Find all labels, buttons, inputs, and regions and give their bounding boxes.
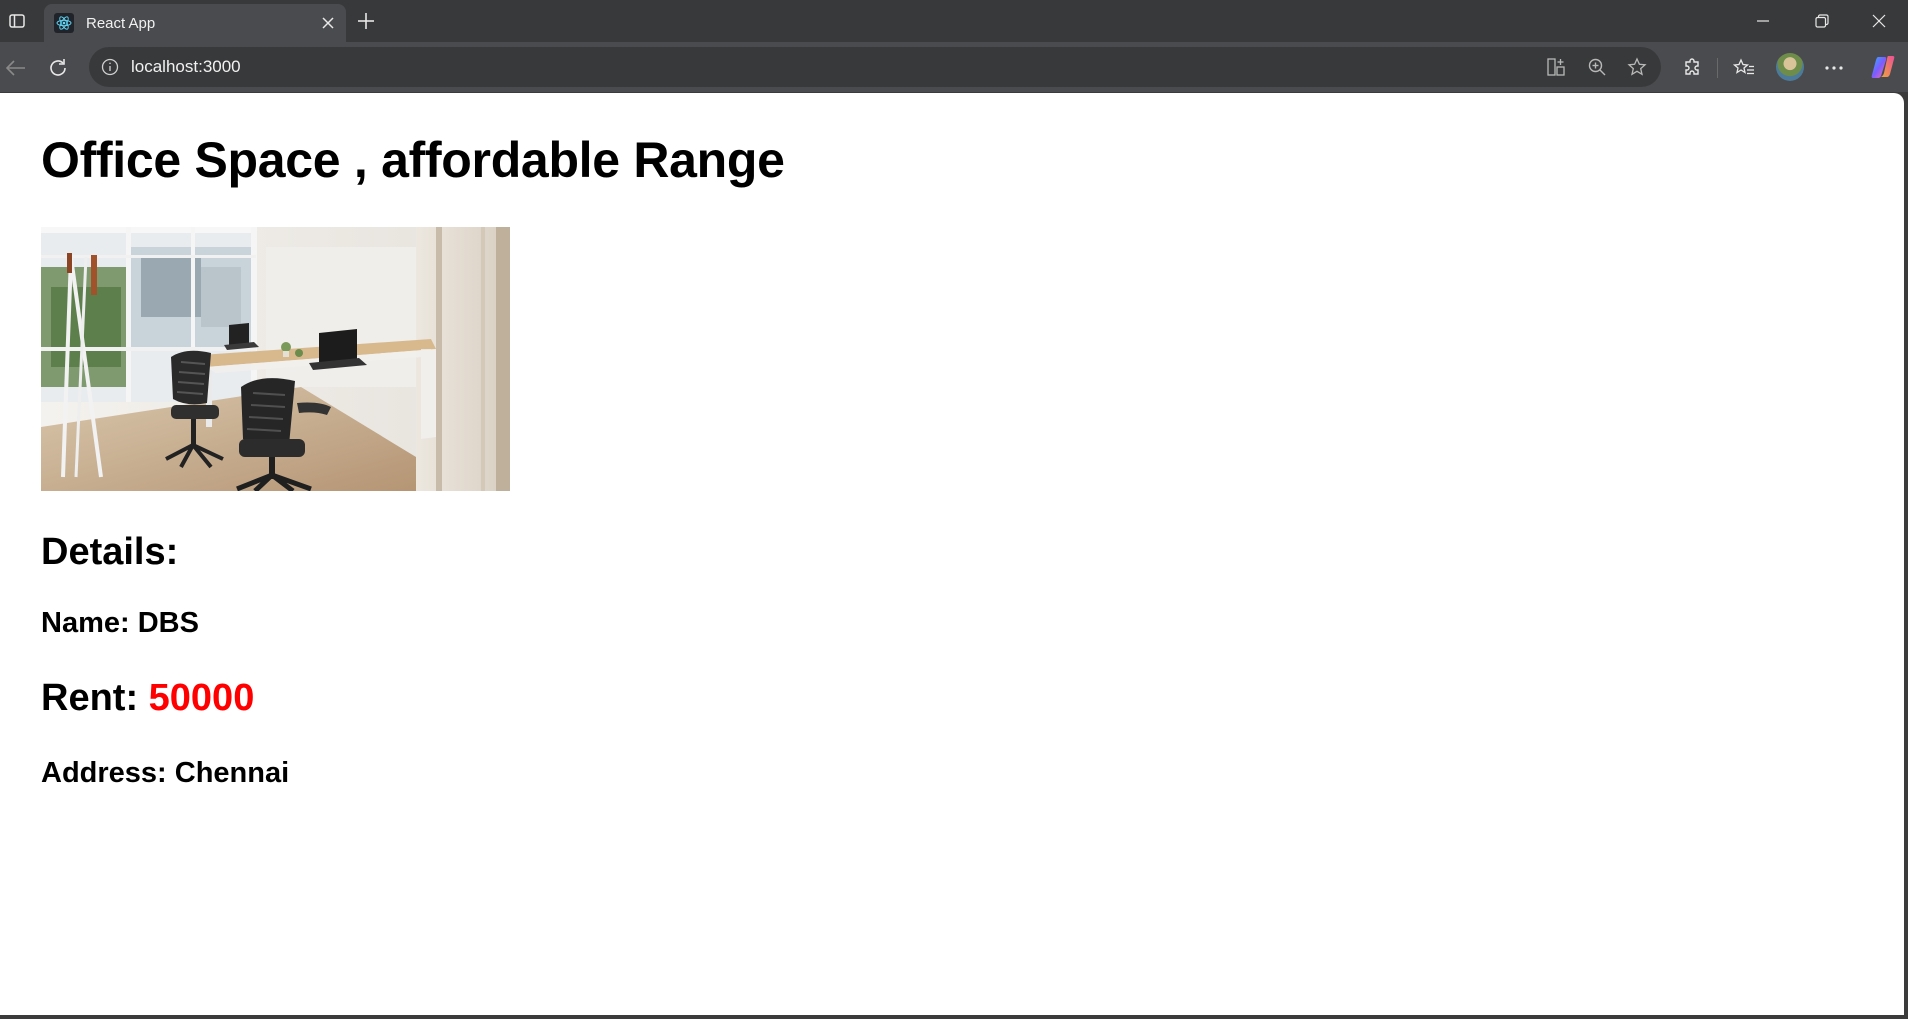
address-label: Address:: [41, 757, 175, 789]
more-options-icon[interactable]: [1818, 52, 1850, 84]
url-input[interactable]: [131, 47, 1231, 87]
address-line: Address: Chennai: [41, 757, 289, 790]
rent-value: 50000: [148, 677, 255, 719]
zoom-icon[interactable]: [1585, 55, 1609, 79]
extensions-icon[interactable]: [1677, 52, 1709, 84]
details-heading: Details:: [41, 531, 179, 573]
site-info-icon[interactable]: [101, 58, 119, 76]
close-window-icon[interactable]: [1850, 0, 1908, 42]
favorite-star-icon[interactable]: [1625, 55, 1649, 79]
close-tab-icon[interactable]: [316, 11, 340, 35]
browser-toolbar: [0, 42, 1908, 92]
office-room-photo: [41, 227, 510, 491]
name-label: Name:: [41, 607, 138, 639]
copilot-icon[interactable]: [1870, 55, 1896, 79]
app-available-icon[interactable]: [1544, 55, 1568, 79]
react-icon: [54, 13, 74, 33]
restore-icon[interactable]: [1793, 0, 1851, 42]
back-arrow-icon[interactable]: [0, 52, 32, 84]
address-bar[interactable]: [89, 47, 1661, 87]
browser-tab[interactable]: React App: [44, 4, 346, 42]
tab-strip: React App: [0, 0, 1908, 42]
favorites-icon[interactable]: [1728, 52, 1760, 84]
refresh-icon[interactable]: [42, 52, 74, 84]
minimize-icon[interactable]: [1734, 0, 1792, 42]
address-value: Chennai: [174, 757, 290, 789]
profile-avatar[interactable]: [1776, 53, 1804, 81]
rent-line: Rent: 50000: [41, 677, 254, 720]
new-tab-icon[interactable]: [352, 7, 380, 35]
rent-label: Rent:: [41, 677, 149, 719]
name-line: Name: DBS: [41, 607, 199, 640]
tab-title: React App: [86, 14, 156, 32]
page-title: Office Space , affordable Range: [41, 132, 785, 188]
name-value: DBS: [137, 607, 199, 639]
tab-actions-icon[interactable]: [4, 8, 30, 34]
page-viewport: Office Space , affordable Range Details:…: [0, 93, 1904, 1015]
toolbar-divider: [1717, 58, 1718, 78]
